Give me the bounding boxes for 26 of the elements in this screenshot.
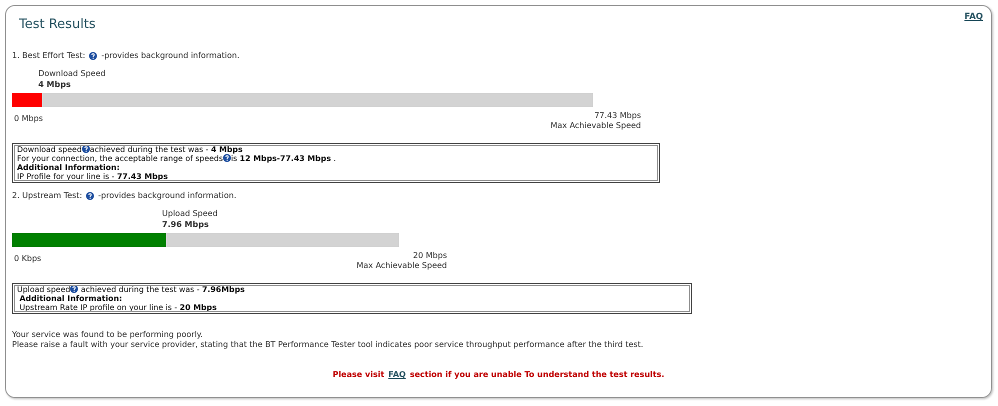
page-title: Test Results [19, 20, 96, 30]
faq-link[interactable]: FAQ [388, 370, 406, 380]
test-heading: 2. Upstream Test: [12, 191, 82, 201]
help-icon[interactable] [89, 52, 98, 60]
faq-link[interactable]: FAQ [964, 12, 983, 22]
test-note: -provides background information. [98, 191, 236, 201]
max-value: 77.43 Mbps [594, 111, 641, 121]
help-icon[interactable] [70, 285, 78, 293]
max-label: Max Achievable Speed [356, 261, 447, 271]
summary-text: Your service was found to be performing poorly. [12, 330, 204, 340]
footer-text: section if you are unable To understand the test results. [410, 370, 664, 380]
gauge-value: 4 Mbps [38, 80, 72, 90]
gauge-value: 7.96 Mbps [162, 220, 210, 230]
test-note: -provides background information. [101, 51, 240, 61]
help-icon[interactable] [222, 154, 231, 162]
help-icon[interactable] [86, 192, 94, 200]
max-label: Max Achievable Speed [550, 121, 641, 131]
test-heading: 1. Best Effort Test: [12, 51, 86, 61]
summary-text: Please raise a fault with your service provider, stating that the BT Performance Tester tool indicates poor service throughput performance after the third test. [12, 340, 644, 350]
max-value: 20 Mbps [413, 251, 447, 261]
gauge-label: Download Speed [38, 69, 106, 79]
min-label: 0 Mbps [14, 114, 43, 124]
min-label: 0 Kbps [14, 254, 42, 264]
footer-text: Please visit [332, 370, 384, 380]
gauge-label: Upload Speed [162, 209, 218, 219]
help-icon[interactable] [82, 145, 90, 153]
